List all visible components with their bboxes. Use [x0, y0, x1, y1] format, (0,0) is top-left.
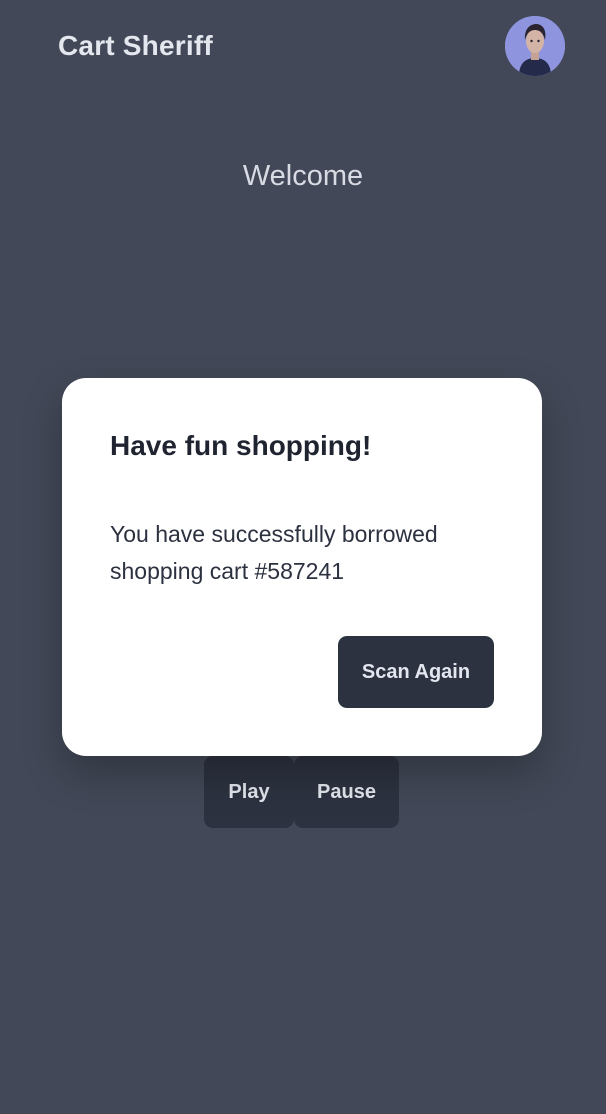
app-title: Cart Sheriff [58, 30, 213, 61]
avatar-person-icon [505, 16, 565, 76]
media-controls: Play Pause [204, 756, 399, 828]
pause-button[interactable]: Pause [294, 756, 399, 828]
scan-again-button[interactable]: Scan Again [338, 636, 494, 708]
user-avatar[interactable] [505, 16, 565, 76]
play-button[interactable]: Play [204, 756, 294, 828]
welcome-heading: Welcome [242, 160, 364, 192]
dialog-message: You have successfully borrowed shopping … [110, 521, 438, 584]
success-dialog: Have fun shopping! You have successfully… [62, 378, 542, 756]
dialog-title: Have fun shopping! [110, 430, 372, 461]
